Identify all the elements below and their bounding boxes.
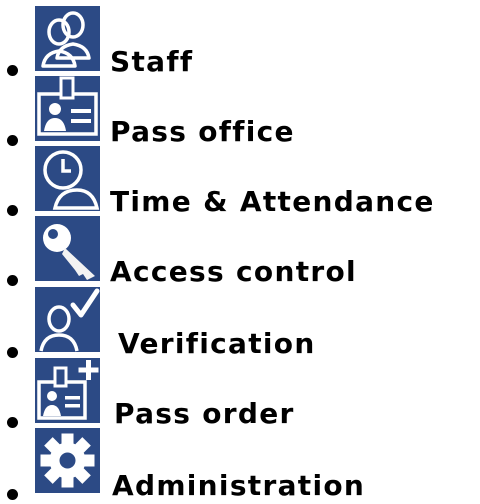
id-badge-icon[interactable] [35, 76, 100, 141]
key-icon[interactable] [35, 216, 100, 281]
menu-item-pass-office[interactable]: Pass office [0, 76, 480, 148]
menu-item-staff[interactable]: Staff [0, 6, 480, 78]
menu-item-label: Pass office [110, 115, 295, 148]
menu-item-administration[interactable]: Administration [0, 428, 480, 500]
list-bullet [7, 417, 18, 428]
menu-item-time-attendance[interactable]: Time & Attendance [0, 146, 480, 218]
menu-item-verification[interactable]: Verification [0, 287, 480, 359]
clock-person-icon[interactable] [35, 146, 100, 211]
menu-item-label: Verification [118, 327, 316, 360]
menu-item-label: Access control [110, 255, 357, 288]
list-bullet [7, 347, 18, 358]
list-bullet [7, 489, 18, 500]
list-bullet [7, 135, 18, 146]
gear-icon[interactable] [35, 428, 100, 493]
list-bullet [7, 275, 18, 286]
main-menu-list: Staff Pass office Time & Attendance Acce… [0, 0, 480, 504]
menu-item-label: Time & Attendance [110, 185, 435, 218]
menu-item-access-control[interactable]: Access control [0, 216, 480, 288]
menu-item-label: Administration [112, 469, 366, 502]
person-checkmark-icon[interactable] [35, 287, 100, 352]
staff-people-icon[interactable] [35, 6, 100, 71]
id-badge-plus-icon[interactable] [35, 358, 100, 423]
menu-item-label: Pass order [114, 397, 295, 430]
menu-item-label: Staff [110, 45, 194, 78]
list-bullet [7, 205, 18, 216]
menu-item-pass-order[interactable]: Pass order [0, 358, 480, 430]
list-bullet [7, 65, 18, 76]
